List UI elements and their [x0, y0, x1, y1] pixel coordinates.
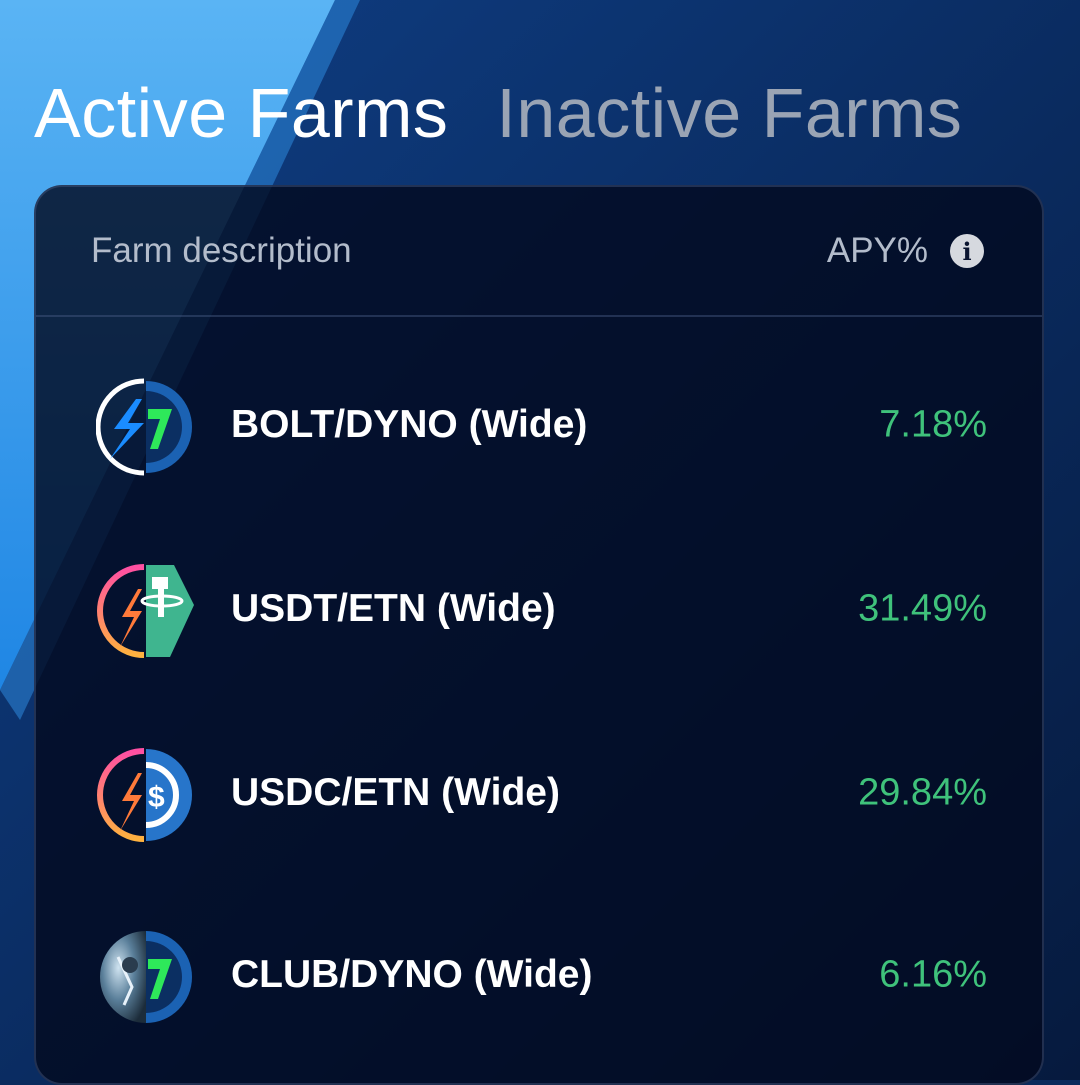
dyno-token-icon — [146, 931, 192, 1023]
tab-active-farms[interactable]: Active Farms — [34, 78, 448, 148]
farm-row-usdt-etn[interactable]: USDT/ETN (Wide) 31.49% — [36, 539, 1042, 679]
apy-header: APY% i — [827, 231, 984, 271]
farm-name: USDT/ETN (Wide) — [231, 587, 556, 630]
farm-name: BOLT/DYNO (Wide) — [231, 403, 588, 446]
farm-row-club-dyno[interactable]: CLUB/DYNO (Wide) 6.16% — [36, 905, 1042, 1045]
apy-header-label: APY% — [826, 231, 928, 270]
usdt-etn-pair-icon — [97, 564, 194, 658]
bolt-token-icon — [96, 378, 145, 476]
farm-apy: 6.16% — [879, 953, 987, 996]
farm-apy: 29.84% — [858, 771, 987, 814]
tab-inactive-farms[interactable]: Inactive Farms — [496, 78, 962, 148]
farm-apy: 31.49% — [858, 587, 987, 630]
info-icon[interactable]: i — [950, 234, 984, 268]
club-token-icon — [100, 931, 146, 1023]
usdt-token-icon — [140, 565, 194, 657]
bolt-dyno-pair-icon — [96, 378, 192, 476]
farm-tabs: Active Farms Inactive Farms — [34, 68, 962, 158]
club-dyno-pair-icon — [100, 931, 192, 1023]
etn-token-icon — [97, 748, 145, 842]
farm-row-bolt-dyno[interactable]: BOLT/DYNO (Wide) 7.18% — [36, 355, 1042, 495]
etn-token-icon — [97, 564, 145, 658]
farm-description-header: Farm description — [91, 231, 352, 270]
farms-card: Farm description APY% i BOLT/DYNO (Wide)… — [34, 185, 1044, 1085]
usdc-etn-pair-icon: $ — [97, 748, 192, 842]
usdc-token-icon: $ — [145, 749, 192, 841]
farm-apy: 7.18% — [879, 403, 987, 446]
svg-text:$: $ — [148, 781, 165, 814]
dyno-token-icon — [146, 381, 192, 473]
farm-row-usdc-etn[interactable]: $ USDC/ETN (Wide) 29.84% — [36, 723, 1042, 863]
farm-name: CLUB/DYNO (Wide) — [231, 953, 593, 996]
table-header: Farm description APY% i — [36, 187, 1042, 317]
farm-name: USDC/ETN (Wide) — [231, 771, 560, 814]
